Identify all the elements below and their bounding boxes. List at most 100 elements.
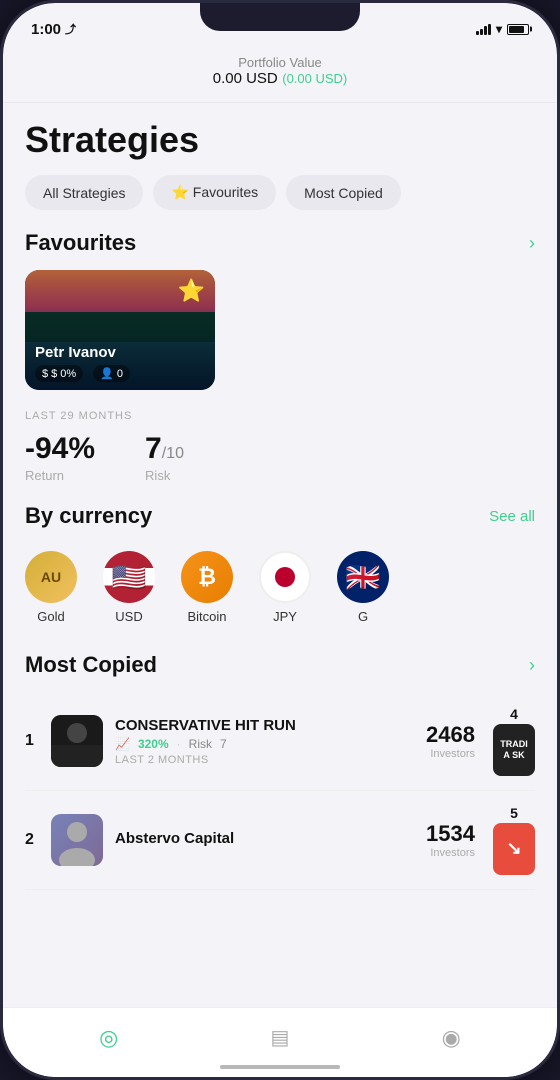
most-copied-title: Most Copied [25,652,157,678]
filter-favourites[interactable]: ⭐ Favourites [153,175,276,210]
side-badge-1: TRADI A SK [493,724,535,776]
fav-card[interactable]: ⭐ Petr Ivanov $ $ 0% 👤 0 [25,270,215,390]
currency-section-header: By currency See all [25,503,535,543]
filter-most-copied[interactable]: Most Copied [286,175,401,210]
fav-card-name: Petr Ivanov [35,344,205,361]
investors-num-1: 2468 [426,722,475,748]
favourites-section-header: Favourites › [3,230,557,270]
copied-item-2[interactable]: 2 Abstervo Capital 1534 [25,791,535,890]
copied-item-1[interactable]: 1 CONSERVATIVE HI [25,692,535,791]
wifi-icon: ▾ [496,22,502,36]
jpy-icon [259,551,311,603]
metrics-section: LAST 29 MONTHS -94% Return 7/10 Risk [3,398,557,503]
rank-num-badge-2: 5 [510,805,518,821]
portfolio-value-row: 0.00 USD (0.00 USD) [3,70,557,88]
most-copied-header: Most Copied › [25,652,535,692]
avatar-1 [51,715,103,767]
rank-badge-area-2: 5 ↘ [493,805,535,875]
portfolio-icon: ▤ [271,1025,290,1050]
status-icons: ▾ [476,22,529,36]
fav-profit-stat: $ $ 0% [35,365,83,382]
jpy-label: JPY [273,609,297,624]
return-metric: -94% Return [25,432,95,483]
signal-icon [476,24,491,35]
metrics-row: -94% Return 7/10 Risk [25,432,535,483]
currency-section: By currency See all AU Gold 🇺🇸 USD [3,503,557,652]
gold-label: Gold [37,609,64,624]
details-2: Abstervo Capital [115,830,414,850]
most-copied-section: Most Copied › 1 [3,652,557,890]
name-1: CONSERVATIVE HIT RUN [115,717,414,734]
risk-label: Risk [145,468,184,483]
person-icon: 👤 [100,367,114,380]
risk-label-1: Risk [189,737,212,751]
filter-all-strategies[interactable]: All Strategies [25,175,143,210]
bitcoin-label: Bitcoin [187,609,226,624]
fav-card-stats: $ $ 0% 👤 0 [35,365,205,382]
currency-list: AU Gold 🇺🇸 USD ₿ Bitcoin [25,543,535,632]
investors-label-1: Investors [426,748,475,760]
favourites-chevron[interactable]: › [529,233,535,254]
nav-portfolio[interactable]: ▤ [255,1019,306,1056]
rank-2: 2 [25,831,39,849]
currency-bitcoin[interactable]: ₿ Bitcoin [181,551,233,624]
currency-gbp[interactable]: 🇬🇧 G [337,551,389,624]
battery-icon [507,24,529,35]
notch [200,3,360,31]
fav-followers-stat: 👤 0 [93,365,130,382]
currency-title: By currency [25,503,152,529]
filter-pills: All Strategies ⭐ Favourites Most Copied [3,175,557,230]
nav-trade[interactable]: ◎ [83,1019,134,1057]
page-title: Strategies [3,103,557,175]
favourites-title: Favourites [25,230,136,256]
period-label: LAST 29 MONTHS [25,410,535,422]
rank-badge-area: 4 TRADI A SK [493,706,535,776]
avatar-1-img [51,715,103,767]
usd-flag-icon: 🇺🇸 [103,551,155,603]
side-badge-2: ↘ [493,823,535,875]
name-2: Abstervo Capital [115,830,414,847]
main-content: Portfolio Value 0.00 USD (0.00 USD) Stra… [3,47,557,1007]
gold-icon: AU [25,551,77,603]
gbp-label: G [358,609,368,624]
rank-num-badge: 4 [510,706,518,722]
investors-num-2: 1534 [426,821,475,847]
return-value: -94% [25,432,95,466]
risk-value: 7/10 [145,432,184,466]
gbp-icon: 🇬🇧 [337,551,389,603]
stats-1: 📈 320% · Risk 7 [115,737,414,751]
currency-gold[interactable]: AU Gold [25,551,77,624]
profile-icon: ◉ [442,1025,461,1051]
bitcoin-icon: ₿ [181,551,233,603]
risk-val-1: 7 [220,737,227,751]
usd-label: USD [115,609,142,624]
count-1: 2468 Investors [426,722,475,760]
currency-jpy[interactable]: JPY [259,551,311,624]
portfolio-header: Portfolio Value 0.00 USD (0.00 USD) [3,47,557,103]
return-1: 320% [138,737,169,751]
status-time: 1:00 ⤴ [31,21,76,38]
fav-card-info: Petr Ivanov $ $ 0% 👤 0 [25,336,215,390]
home-indicator [220,1065,340,1069]
portfolio-label: Portfolio Value [3,55,557,70]
portfolio-value: 0.00 USD [213,70,278,87]
currency-see-all[interactable]: See all [489,508,535,525]
nav-profile[interactable]: ◉ [426,1019,477,1057]
investors-label-2: Investors [426,847,475,859]
time-text: 1:00 [31,21,61,38]
trade-icon: ◎ [99,1025,118,1051]
avatar-2-img [51,814,103,866]
risk-metric: 7/10 Risk [145,432,184,483]
chart-icon: 📈 [115,737,130,751]
currency-usd[interactable]: 🇺🇸 USD [103,551,155,624]
most-copied-chevron[interactable]: › [529,655,535,676]
portfolio-change: (0.00 USD) [282,71,347,86]
phone-frame: 1:00 ⤴ ▾ Portfolio Value [0,0,560,1080]
details-1: CONSERVATIVE HIT RUN 📈 320% · Risk 7 LAS… [115,717,414,766]
period-1: LAST 2 MONTHS [115,754,414,766]
avatar-2 [51,814,103,866]
rank-1: 1 [25,732,39,750]
dollar-icon: $ [42,368,48,380]
favourite-star-icon: ⭐ [178,278,205,304]
count-2: 1534 Investors [426,821,475,859]
